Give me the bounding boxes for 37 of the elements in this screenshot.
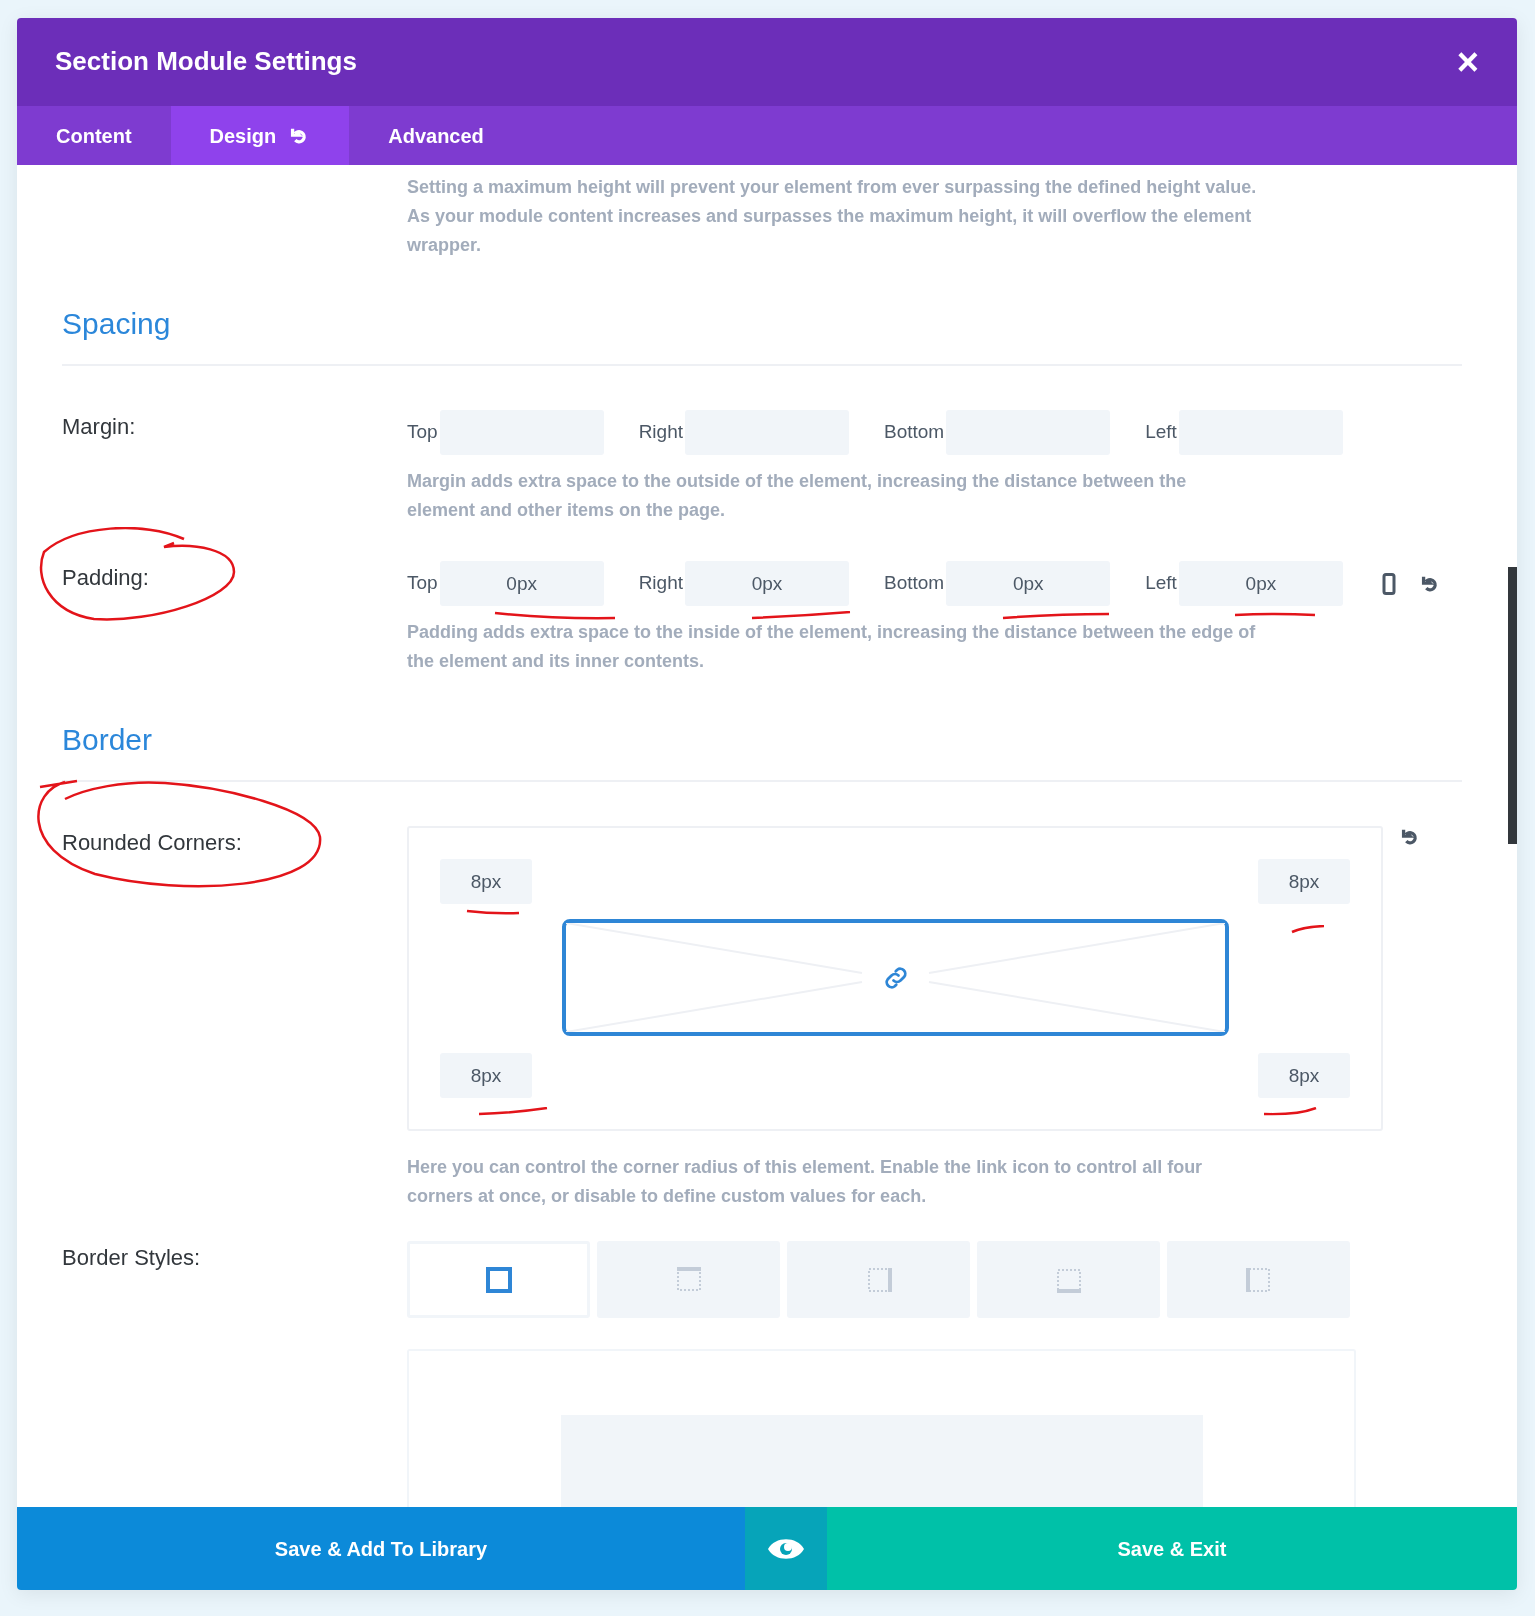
close-button[interactable]: ×: [1456, 43, 1479, 81]
help-text: Margin adds extra space to the outside of the element, increasing the distance between the element and other items on the page.: [407, 470, 1188, 522]
tab[interactable]: Advanced: [349, 106, 523, 165]
field-label: Top: [407, 420, 438, 445]
field-label: Bottom: [884, 420, 945, 445]
tab[interactable]: Design: [170, 106, 350, 165]
border-side-icon: [483, 1264, 514, 1295]
help-text: Padding adds extra space to the inside of the element, increasing the distance between the edge of the element and its inner contents.: [407, 621, 1257, 673]
setting-label: Rounded Corners:: [62, 826, 242, 859]
field-label: Right: [638, 571, 683, 596]
tab[interactable]: Content: [17, 106, 171, 165]
input-field[interactable]: 0px: [1178, 561, 1343, 606]
input-field[interactable]: 8px: [440, 1053, 532, 1098]
field-label: Left: [1145, 420, 1177, 445]
input-field[interactable]: 8px: [1258, 859, 1350, 904]
section-heading: Spacing: [62, 306, 172, 342]
setting-label: Border Styles:: [62, 1244, 201, 1272]
scrollbar-thumb[interactable]: [1508, 567, 1517, 844]
preview-button[interactable]: [745, 1507, 827, 1590]
field-label: Right: [638, 420, 683, 445]
input-field[interactable]: 8px: [440, 859, 532, 904]
setting-label: Margin:: [62, 413, 136, 441]
input-field[interactable]: 0px: [439, 561, 604, 606]
input-field[interactable]: 8px: [1258, 1053, 1350, 1098]
save-library-button[interactable]: Save & Add To Library: [17, 1507, 745, 1590]
help-text: Setting a maximum height will prevent your element from ever surpassing the defined height value. As your module content increases and surpasses the maximum height, it will overflow the element wrapper.: [407, 176, 1257, 257]
window-title: Section Module Settings: [55, 46, 357, 78]
border-style-option[interactable]: [407, 1241, 590, 1318]
section-heading: Border: [62, 722, 154, 758]
help-text: Here you can control the corner radius of this element. Enable the link icon to control all four corners at once, or disable to define custom values for each.: [407, 1156, 1204, 1208]
field-label: Top: [407, 571, 438, 596]
setting-label: Padding:: [62, 561, 149, 594]
field-label: Left: [1145, 571, 1177, 596]
field-label: Bottom: [884, 571, 945, 596]
input-field[interactable]: 0px: [685, 561, 849, 606]
phone-icon[interactable]: [1381, 572, 1396, 595]
input-field[interactable]: 0px: [946, 561, 1111, 606]
